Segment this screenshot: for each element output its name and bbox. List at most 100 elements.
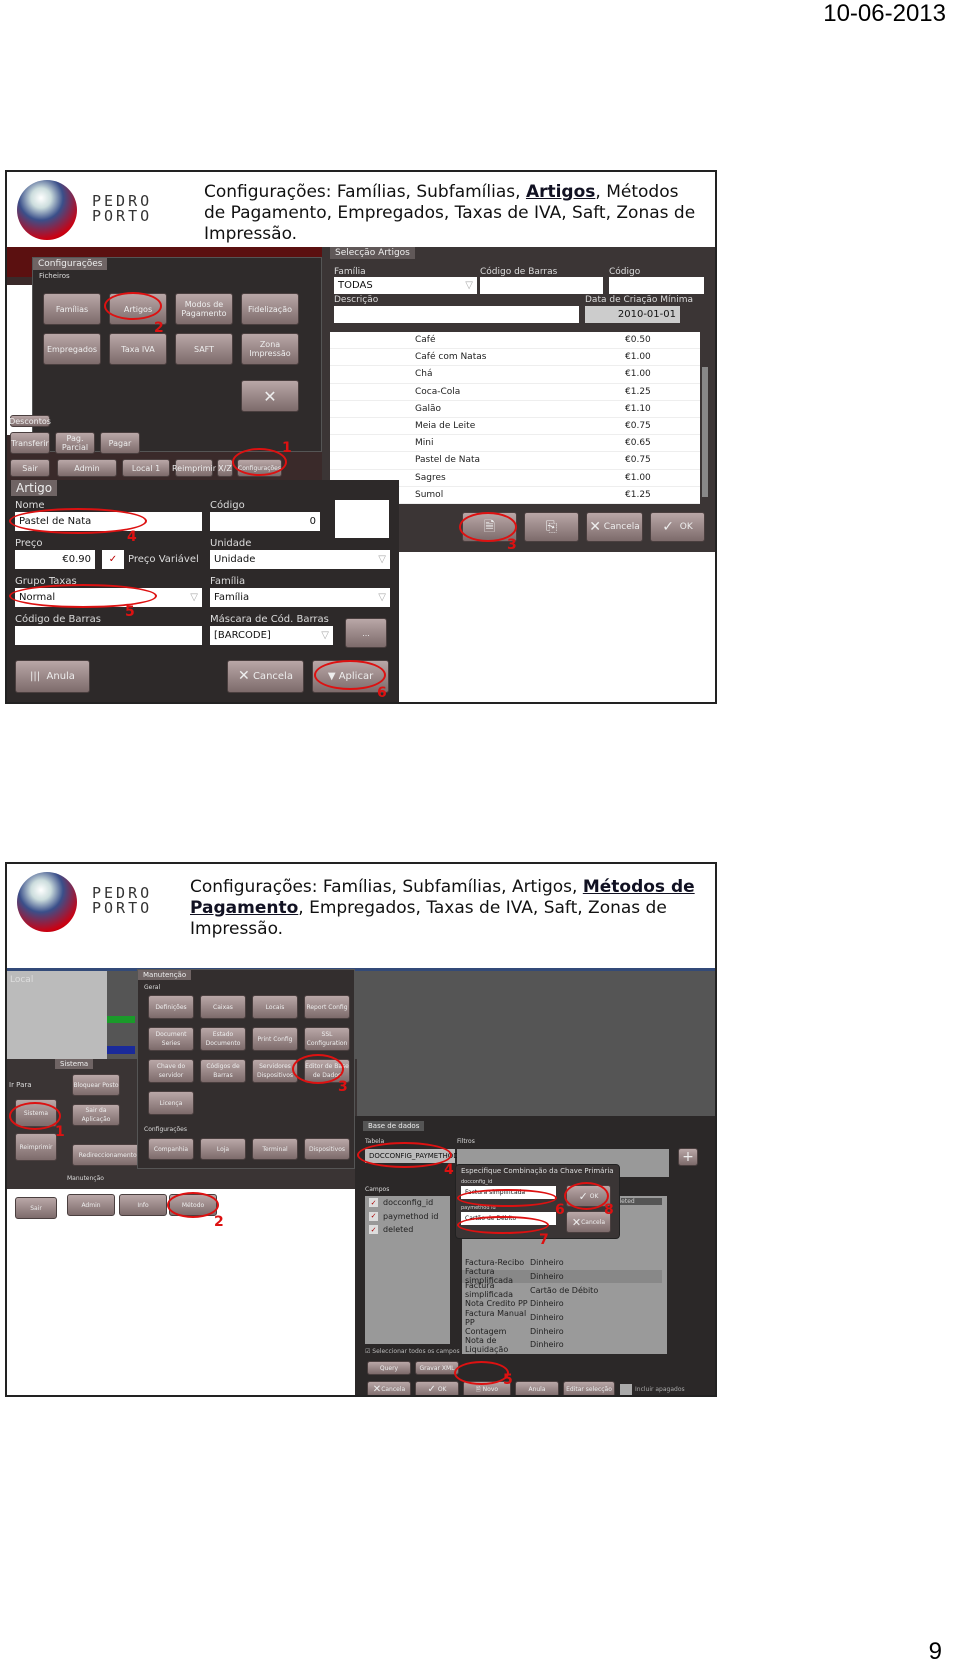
barcode-input[interactable] bbox=[15, 626, 202, 645]
docconfig-label: docconfig_id bbox=[461, 1179, 493, 1185]
checkbox[interactable]: ✓ bbox=[369, 1225, 378, 1235]
config-button[interactable]: Dispositivos bbox=[304, 1138, 350, 1160]
transferir-button[interactable]: Transferir bbox=[10, 432, 50, 454]
preco-input[interactable]: €0.90 bbox=[15, 550, 95, 569]
campo-item[interactable]: ✓ deleted bbox=[365, 1223, 450, 1237]
step-number: 8 bbox=[604, 1202, 614, 1218]
sistema-tab: Sistema bbox=[55, 1059, 94, 1069]
manutencao-button[interactable]: Print Config bbox=[252, 1027, 298, 1051]
info-button[interactable]: Info bbox=[119, 1194, 167, 1216]
checkbox[interactable]: ✓ bbox=[369, 1211, 378, 1221]
table-row[interactable]: Nota de Liquidação Dinheiro bbox=[462, 1336, 662, 1354]
manutencao-button[interactable]: Estado Documento bbox=[200, 1027, 246, 1051]
campo-name: paymethod id bbox=[383, 1211, 439, 1221]
config-button[interactable]: Companhia bbox=[148, 1138, 194, 1160]
list-item[interactable]: Meia de Leite €0.75 bbox=[330, 418, 700, 436]
copy-item-button[interactable]: ⎘ bbox=[524, 512, 579, 542]
editar-selecao-button[interactable]: Editar selecção bbox=[563, 1381, 615, 1395]
barcode-input[interactable] bbox=[480, 277, 603, 294]
mask-select[interactable]: [BARCODE] ▽ bbox=[210, 626, 333, 645]
sair-button[interactable]: Sair bbox=[10, 459, 50, 477]
sair-button[interactable]: Sair bbox=[15, 1197, 57, 1219]
page-number: 9 bbox=[928, 1638, 942, 1665]
campo-item[interactable]: ✓ docconfig_id bbox=[365, 1196, 450, 1210]
saft-button[interactable]: SAFT bbox=[175, 333, 233, 365]
familia-select[interactable]: Família ▽ bbox=[210, 588, 390, 607]
annotation-ring bbox=[104, 292, 162, 320]
fidelizacao-button[interactable]: Fidelização bbox=[241, 293, 299, 325]
mask-label: Máscara de Cód. Barras bbox=[210, 614, 329, 625]
anula-button[interactable]: Anula bbox=[515, 1381, 559, 1395]
add-filter-button[interactable]: + bbox=[678, 1148, 698, 1166]
annotation-ring bbox=[457, 1216, 549, 1234]
scrollbar[interactable] bbox=[702, 367, 708, 497]
empregados-button[interactable]: Empregados bbox=[43, 333, 101, 365]
pag-parcial-button[interactable]: Pag. Parcial bbox=[55, 432, 95, 454]
descontos-button[interactable]: Descontos bbox=[9, 415, 51, 427]
step-number: 6 bbox=[555, 1202, 565, 1218]
item-name: Meia de Leite bbox=[415, 421, 476, 432]
campo-item[interactable]: ✓ paymethod id bbox=[365, 1210, 450, 1224]
step-number: 5 bbox=[503, 1372, 513, 1388]
unidade-select[interactable]: Unidade ▽ bbox=[210, 550, 390, 569]
manutencao-button[interactable]: Report Config bbox=[304, 995, 350, 1019]
manutencao-button[interactable]: Caixas bbox=[200, 995, 246, 1019]
manutencao-button[interactable]: Códigos de Barras bbox=[200, 1059, 246, 1083]
list-item[interactable]: Mini €0.65 bbox=[330, 435, 700, 453]
codigo-input[interactable] bbox=[609, 277, 704, 294]
list-item[interactable]: Coca-Cola €1.25 bbox=[330, 384, 700, 401]
list-item[interactable]: Café com Natas €1.00 bbox=[330, 349, 700, 367]
bloquear-posto-button[interactable]: Bloquear Posto bbox=[72, 1074, 120, 1096]
close-button[interactable]: ✕ bbox=[241, 380, 299, 412]
manutencao-button[interactable]: Chave do servidor bbox=[148, 1059, 194, 1083]
manutencao-button[interactable]: Servidores Dispositivos bbox=[252, 1059, 298, 1083]
table-row[interactable]: Factura simplificada Cartão de Débito bbox=[462, 1281, 662, 1299]
admin-button[interactable]: Admin bbox=[57, 459, 117, 477]
xz-button[interactable]: X/Z bbox=[217, 459, 233, 477]
list-item[interactable]: Galão €1.10 bbox=[330, 401, 700, 418]
anula-button[interactable]: ||| Anula bbox=[15, 660, 90, 693]
manutencao-button[interactable]: SSL Configuration bbox=[304, 1027, 350, 1051]
image-box[interactable] bbox=[335, 500, 389, 538]
list-item[interactable]: Chá €1.00 bbox=[330, 366, 700, 384]
manutencao-button[interactable]: Definições bbox=[148, 995, 194, 1019]
more-button[interactable]: ... bbox=[345, 618, 387, 648]
reimprimir-button[interactable]: Reimprimir bbox=[172, 459, 216, 477]
query-button[interactable]: Query bbox=[367, 1361, 411, 1375]
manutencao-button[interactable]: Document Series bbox=[148, 1027, 194, 1051]
incluir-apagados-checkbox[interactable] bbox=[620, 1384, 632, 1395]
sair-aplicacao-button[interactable]: Sair da Aplicação bbox=[72, 1104, 120, 1126]
gravar-xml-button[interactable]: Gravar XML bbox=[415, 1361, 459, 1375]
checkbox[interactable]: ✓ bbox=[369, 1198, 378, 1208]
modos-pagamento-button[interactable]: Modos de Pagamento bbox=[175, 293, 233, 325]
reimprimir-button[interactable]: Reimprimir bbox=[15, 1133, 57, 1161]
codigo-input[interactable]: 0 bbox=[210, 512, 320, 531]
item-name: Pastel de Nata bbox=[415, 455, 481, 466]
local-button[interactable]: Local 1 bbox=[122, 459, 170, 477]
cancela-button[interactable]: ✕ Cancela bbox=[227, 660, 304, 693]
cancela-button[interactable]: ✕ Cancela bbox=[367, 1381, 411, 1395]
pos-screen: Configurações Ficheiros Famílias Artigos… bbox=[7, 247, 322, 482]
ok-button[interactable]: ✓ OK bbox=[415, 1381, 459, 1395]
config-button[interactable]: Loja bbox=[200, 1138, 246, 1160]
date-input[interactable]: 2010-01-01 bbox=[585, 306, 680, 323]
barcode-label: Código de Barras bbox=[15, 614, 101, 625]
config-button[interactable]: Terminal bbox=[252, 1138, 298, 1160]
familia-select[interactable]: TODAS ▽ bbox=[334, 277, 477, 294]
manutencao-button[interactable]: Locais bbox=[252, 995, 298, 1019]
taxa-iva-button[interactable]: Taxa IVA bbox=[109, 333, 167, 365]
list-item[interactable]: Café €0.50 bbox=[330, 332, 700, 350]
admin-button[interactable]: Admin bbox=[67, 1194, 115, 1216]
cell: Dinheiro bbox=[530, 1271, 564, 1281]
preco-variavel-checkbox[interactable]: ✓ bbox=[102, 550, 124, 569]
select-all-checkbox[interactable]: ☑ Seleccionar todos os campos bbox=[365, 1348, 460, 1355]
table-row[interactable]: Factura Manual PP Dinheiro bbox=[462, 1309, 662, 1327]
zona-impressao-button[interactable]: Zona Impressão bbox=[241, 333, 299, 365]
familias-button[interactable]: Famílias bbox=[43, 293, 101, 325]
descricao-input[interactable] bbox=[334, 306, 579, 323]
manutencao-button[interactable]: Licença bbox=[148, 1091, 194, 1115]
pagar-button[interactable]: Pagar bbox=[100, 432, 140, 454]
ok-button[interactable]: ✓ OK bbox=[650, 512, 705, 542]
list-item[interactable]: Pastel de Nata €0.75 bbox=[330, 452, 700, 470]
cancel-button[interactable]: ✕ Cancela bbox=[586, 512, 643, 542]
